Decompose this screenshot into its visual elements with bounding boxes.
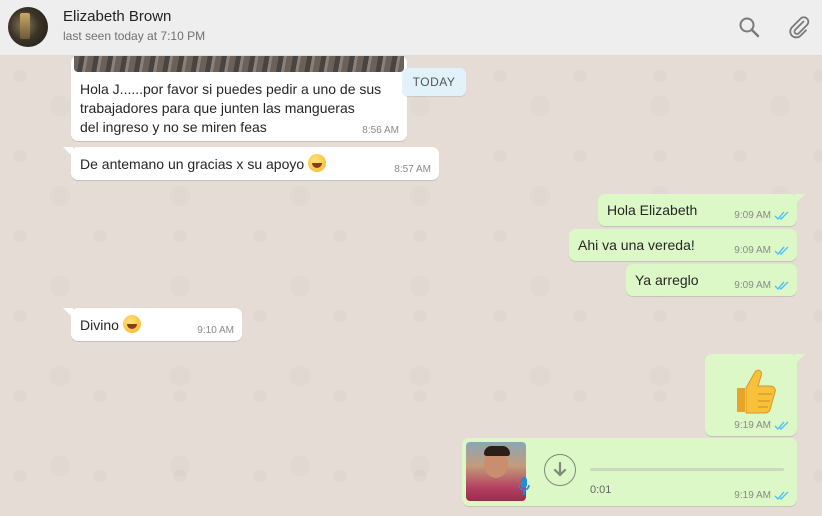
message-outgoing[interactable]: Ya arreglo 9:09 AM bbox=[626, 264, 797, 296]
microphone-icon bbox=[518, 477, 530, 495]
audio-progress-track[interactable] bbox=[590, 468, 784, 471]
search-icon[interactable] bbox=[737, 15, 761, 39]
double-check-icon bbox=[774, 491, 789, 501]
voice-message[interactable]: 0:01 9:19 AM bbox=[462, 438, 797, 506]
double-check-icon bbox=[774, 421, 789, 431]
message-incoming[interactable]: Hola J......por favor si puedes pedir a … bbox=[71, 56, 407, 141]
message-time: 8:56 AM bbox=[362, 125, 399, 136]
thumbs-up-icon bbox=[737, 369, 776, 414]
message-time: 9:19 AM bbox=[734, 490, 771, 501]
message-incoming[interactable]: Divino 9:10 AM bbox=[63, 308, 242, 341]
double-check-icon bbox=[774, 211, 789, 221]
download-arrow-icon bbox=[553, 461, 567, 477]
image-preview[interactable] bbox=[74, 56, 404, 72]
message-time: 9:10 AM bbox=[197, 325, 234, 336]
message-text: Ya arreglo bbox=[635, 272, 699, 288]
grinning-face-icon bbox=[122, 315, 141, 333]
message-text-line: Hola J......por favor si puedes pedir a … bbox=[80, 81, 382, 97]
message-text: Hola Elizabeth bbox=[607, 202, 698, 218]
message-text-line: del ingreso y no se miren feas bbox=[80, 119, 267, 135]
contact-name[interactable]: Elizabeth Brown bbox=[63, 8, 171, 25]
message-incoming[interactable]: De antemano un gracias x su apoyo 8:57 A… bbox=[63, 147, 439, 180]
last-seen-status: last seen today at 7:10 PM bbox=[63, 29, 206, 43]
download-button[interactable] bbox=[544, 454, 576, 486]
double-check-icon bbox=[774, 281, 789, 291]
message-outgoing[interactable]: Ahi va una vereda! 9:09 AM bbox=[569, 229, 797, 261]
message-text: De antemano un gracias x su apoyo bbox=[80, 156, 305, 172]
sender-avatar bbox=[466, 442, 526, 501]
message-time: 9:09 AM bbox=[734, 280, 771, 291]
winking-face-tongue-icon bbox=[308, 154, 327, 172]
chat-header: Elizabeth Brown last seen today at 7:10 … bbox=[0, 0, 822, 56]
message-time: 9:19 AM bbox=[734, 420, 771, 431]
message-text: Ahi va una vereda! bbox=[578, 237, 695, 253]
paperclip-icon[interactable] bbox=[787, 15, 811, 39]
message-text: Divino bbox=[80, 317, 119, 333]
message-outgoing[interactable]: Hola Elizabeth 9:09 AM bbox=[598, 194, 805, 226]
message-time: 9:09 AM bbox=[734, 245, 771, 256]
audio-duration: 0:01 bbox=[590, 484, 612, 496]
message-text-line: trabajadores para que junten las manguer… bbox=[80, 100, 355, 116]
contact-avatar[interactable] bbox=[8, 7, 48, 47]
message-time: 9:09 AM bbox=[734, 210, 771, 221]
message-outgoing[interactable]: 9:19 AM bbox=[705, 354, 805, 436]
date-divider: TODAY bbox=[402, 68, 466, 96]
message-time: 8:57 AM bbox=[394, 164, 431, 175]
message-list[interactable]: Hola J......por favor si puedes pedir a … bbox=[0, 56, 822, 516]
double-check-icon bbox=[774, 246, 789, 256]
